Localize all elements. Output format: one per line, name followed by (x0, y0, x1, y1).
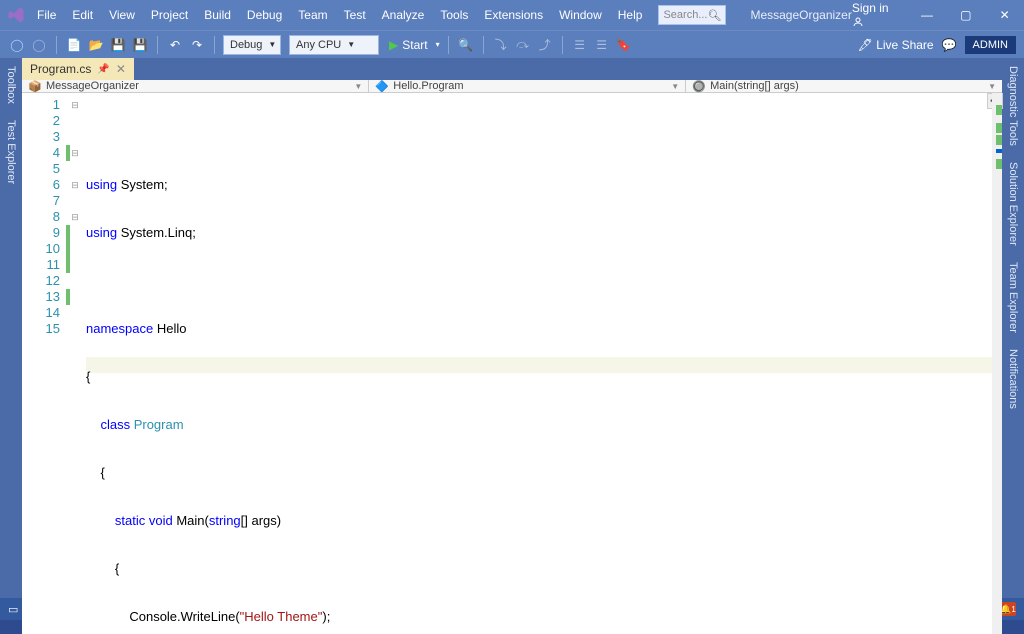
nav-member[interactable]: 🔘 Main(string[] args)▼ (686, 80, 1002, 92)
vs-logo-icon (2, 0, 29, 30)
menu-edit[interactable]: Edit (64, 0, 101, 30)
minimize-button[interactable]: — (914, 8, 941, 22)
search-placeholder: Search... (663, 9, 707, 21)
document-tab-active[interactable]: Program.cs 📌 ✕ (22, 58, 134, 80)
solution-config-combo[interactable]: Debug▼ (223, 35, 281, 55)
live-share-button[interactable]: 🖋 Live Share (858, 38, 934, 52)
left-sidebar: Toolbox Test Explorer (0, 58, 22, 598)
solution-platform-combo[interactable]: Any CPU▼ (289, 35, 379, 55)
menu-file[interactable]: File (29, 0, 64, 30)
search-icon: 🔍︎ (707, 9, 721, 22)
notification-bell-icon[interactable]: 🔔1 (1000, 602, 1016, 616)
method-icon: 🔘 (692, 80, 706, 92)
nav-fwd-icon[interactable]: ◯ (30, 36, 48, 54)
test-explorer-tab[interactable]: Test Explorer (3, 112, 19, 192)
outline-margin: ⊟ ⊟ ⊟ ⊟ (68, 93, 82, 634)
menu-view[interactable]: View (101, 0, 143, 30)
step-out-icon[interactable]: ⤴ (536, 36, 554, 54)
main-menu: File Edit View Project Build Debug Team … (29, 0, 650, 30)
toolbox-tab[interactable]: Toolbox (3, 58, 19, 112)
app-title: MessageOrganizer (750, 8, 851, 22)
diagnostic-tools-tab[interactable]: Diagnostic Tools (1005, 58, 1021, 154)
redo-icon[interactable]: ↷ (188, 36, 206, 54)
admin-badge[interactable]: ADMIN (965, 36, 1016, 54)
find-icon[interactable]: 🔍 (457, 36, 475, 54)
code-editor[interactable]: ✚ 123456789101112131415 ⊟ ⊟ ⊟ ⊟ using Sy… (22, 93, 1002, 634)
new-project-icon[interactable]: 📄 (65, 36, 83, 54)
menu-analyze[interactable]: Analyze (374, 0, 433, 30)
navigation-bar: 📦 MessageOrganizer▼ 🔷 Hello.Program▼ 🔘 M… (22, 80, 1002, 93)
save-icon[interactable]: 💾 (109, 36, 127, 54)
standard-toolbar: ◯ ◯ 📄 📂 💾 💾 ↶ ↷ Debug▼ Any CPU▼ ▶ Start▾… (0, 30, 1024, 58)
tab-label: Program.cs (30, 62, 91, 76)
step-into-icon[interactable]: ⤵ (492, 36, 510, 54)
menu-tools[interactable]: Tools (432, 0, 476, 30)
step-over-icon[interactable]: ⤼ (514, 36, 532, 54)
save-all-icon[interactable]: 💾 (131, 36, 149, 54)
class-icon: 🔷 (375, 80, 389, 92)
menu-help[interactable]: Help (610, 0, 651, 30)
menu-window[interactable]: Window (551, 0, 610, 30)
menu-extensions[interactable]: Extensions (476, 0, 551, 30)
right-sidebar: Diagnostic Tools Solution Explorer Team … (1002, 58, 1024, 598)
close-button[interactable]: ✕ (991, 8, 1018, 22)
nav-class[interactable]: 🔷 Hello.Program▼ (369, 80, 686, 92)
pin-icon[interactable]: 📌 (97, 64, 109, 75)
nav-back-icon[interactable]: ◯ (8, 36, 26, 54)
menu-build[interactable]: Build (196, 0, 239, 30)
nav-project[interactable]: 📦 MessageOrganizer▼ (22, 80, 369, 92)
search-box[interactable]: Search... 🔍︎ (658, 5, 726, 25)
undo-icon[interactable]: ↶ (166, 36, 184, 54)
solution-explorer-tab[interactable]: Solution Explorer (1005, 154, 1021, 254)
menu-test[interactable]: Test (336, 0, 374, 30)
feedback-icon[interactable]: 💬 (942, 38, 957, 52)
menu-project[interactable]: Project (143, 0, 196, 30)
start-debug-button[interactable]: ▶ Start▾ (389, 38, 440, 52)
overview-ruler[interactable] (992, 93, 1002, 634)
code-text[interactable]: using System; using System.Linq; namespa… (82, 93, 992, 634)
bookmark-icon[interactable]: 🔖 (615, 36, 633, 54)
document-tabs: Program.cs 📌 ✕ (22, 58, 1002, 80)
tab-close-icon[interactable]: ✕ (116, 62, 126, 76)
maximize-button[interactable]: ▢ (952, 8, 979, 22)
comment-icon[interactable]: ☰ (571, 36, 589, 54)
csharp-project-icon: 📦 (28, 80, 42, 92)
menu-team[interactable]: Team (290, 0, 335, 30)
sign-in-link[interactable]: Sign in (852, 1, 902, 29)
title-bar: File Edit View Project Build Debug Team … (0, 0, 1024, 30)
uncomment-icon[interactable]: ☰ (593, 36, 611, 54)
team-explorer-tab[interactable]: Team Explorer (1005, 254, 1021, 341)
play-icon: ▶ (389, 38, 398, 52)
notifications-tab[interactable]: Notifications (1005, 341, 1021, 417)
line-number-gutter: 123456789101112131415 (22, 93, 68, 634)
open-file-icon[interactable]: 📂 (87, 36, 105, 54)
menu-debug[interactable]: Debug (239, 0, 290, 30)
